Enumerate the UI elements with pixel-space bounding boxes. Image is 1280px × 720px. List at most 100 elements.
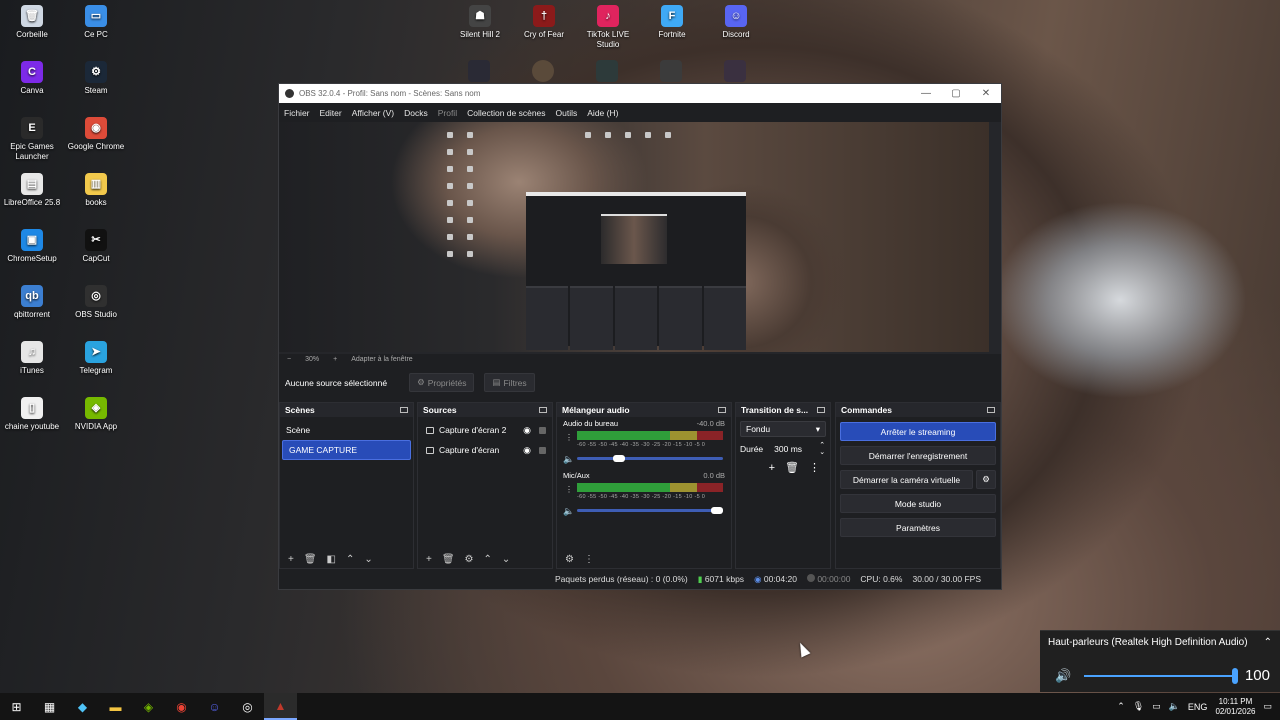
float-dock-icon[interactable] [987,407,995,413]
desktop-icon[interactable]: ♫ iTunes [0,341,64,376]
volume-slider[interactable] [577,455,723,462]
filter-icon[interactable]: ◧ [327,554,336,565]
speaker-icon[interactable]: 🔈 [563,454,574,465]
duration-spinbox[interactable]: 300 ms ⌃ ⌄ [769,441,825,457]
file-explorer-icon[interactable]: ▬ [99,693,132,720]
game-icon[interactable] [468,60,490,82]
menu-profil[interactable]: Profil [438,108,457,118]
game-icon[interactable] [724,60,746,82]
trash-icon[interactable]: 🗑 [442,554,455,565]
menu-editer[interactable]: Editer [320,108,342,118]
desktop-icon[interactable]: ✂ CapCut [64,229,128,264]
desktop-icon[interactable]: ☗ Silent Hill 2 [448,5,512,40]
more-options-icon[interactable]: ⋮ [809,461,820,474]
add-icon[interactable]: + [426,554,432,565]
speaker-icon[interactable]: 🔊 [1055,668,1071,684]
source-item[interactable]: Capture d'écran ◉ [418,440,552,460]
float-dock-icon[interactable] [817,407,825,413]
filters-button[interactable]: ▤ Filtres [484,373,535,392]
transition-select[interactable]: Fondu ▾ [740,421,826,437]
desktop-icon[interactable]: E Epic Games Launcher [0,117,64,162]
close-icon[interactable]: ✕ [971,88,1001,99]
scene-item[interactable]: Scène [280,420,413,440]
chrome-icon[interactable]: ◉ [165,693,198,720]
volume-thumb[interactable] [1232,668,1238,684]
fit-window[interactable]: Adapter à la fenêtre [351,356,413,363]
audio-device-name[interactable]: Haut-parleurs (Realtek High Definition A… [1048,637,1248,648]
game-app-icon[interactable]: ▲ [264,693,297,720]
zoom-plus[interactable]: + [333,356,337,363]
properties-button[interactable]: ⚙ Propriétés [409,373,475,392]
eye-icon[interactable]: ◉ [520,445,534,456]
speaker-icon[interactable]: 🔈 [1169,701,1180,712]
desktop-icon[interactable]: ▭ Ce PC [64,5,128,40]
desktop-icon[interactable]: qb qbittorrent [0,285,64,320]
source-item[interactable]: Capture d'écran 2 ◉ [418,420,552,440]
add-icon[interactable]: + [288,554,294,565]
stop-streaming-button[interactable]: Arrêter le streaming [840,422,996,441]
zoom-minus[interactable]: − [287,356,291,363]
desktop-icon[interactable]: C Canva [0,61,64,96]
desktop-icon[interactable]: ➤ Telegram [64,341,128,376]
desktop-icon[interactable]: ⚙ Steam [64,61,128,96]
lock-icon[interactable] [539,426,546,434]
desktop-icon[interactable]: ◎ OBS Studio [64,285,128,320]
float-dock-icon[interactable] [400,407,408,413]
preview-area[interactable] [279,122,1001,354]
volume-slider[interactable] [577,507,723,514]
trash-icon[interactable]: 🗑 [304,554,317,565]
notification-icon[interactable]: ▭ [1263,701,1272,712]
menu-outils[interactable]: Outils [556,108,578,118]
desktop-icon[interactable]: ◈ NVIDIA App [64,397,128,432]
arrow-up-icon[interactable]: ⌃ [346,554,354,565]
trash-icon[interactable]: 🗑 [785,461,799,474]
more-options-icon[interactable]: ⋮ [565,485,573,494]
scene-item-selected[interactable]: GAME CAPTURE [282,440,411,460]
eye-icon[interactable]: ◉ [520,425,534,436]
desktop-icon[interactable]: ◉ Google Chrome [64,117,128,152]
settings-button[interactable]: Paramètres [840,518,996,537]
obs-titlebar[interactable]: OBS 32.0.4 - Profil: Sans nom - Scènes: … [279,84,1001,103]
desktop-icon[interactable]: 🗑 Corbeille [0,5,64,40]
start-virtual-camera-button[interactable]: Démarrer la caméra virtuelle [840,470,973,489]
virtual-camera-settings-gear-icon[interactable]: ⚙ [976,470,996,489]
start-recording-button[interactable]: Démarrer l'enregistrement [840,446,996,465]
arrow-up-icon[interactable]: ⌃ [484,554,492,565]
studio-mode-button[interactable]: Mode studio [840,494,996,513]
copilot-icon[interactable]: ◆ [66,693,99,720]
link-icon[interactable]: ⚙ [565,554,574,565]
obs-icon[interactable]: ◎ [231,693,264,720]
speaker-icon[interactable]: 🔈 [563,506,574,517]
game-icon[interactable] [596,60,618,82]
volume-track[interactable] [1084,675,1236,677]
desktop-icon[interactable]: ▤ LibreOffice 25.8 [0,173,64,208]
desktop-icon[interactable]: ▣ ChromeSetup [0,229,64,264]
desktop-icon[interactable]: ☺ Discord [704,5,768,40]
gear-icon[interactable]: ⚙ [465,554,474,565]
arrow-down-icon[interactable]: ⌄ [364,554,372,565]
chevron-up-icon[interactable]: ⌃ [1264,637,1272,648]
minimize-icon[interactable]: — [911,88,941,99]
language[interactable]: ENG [1188,702,1208,712]
menu-fichier[interactable]: Fichier [284,108,310,118]
start-windows-icon[interactable]: ⊞ [0,693,33,720]
desktop-icon[interactable]: F Fortnite [640,5,704,40]
chevron-up-icon[interactable]: ⌃ [1117,701,1125,712]
nvidia-icon[interactable]: ◈ [132,693,165,720]
desktop-icon[interactable]: ♪ TikTok LIVE Studio [576,5,640,50]
more-options-icon[interactable]: ⋮ [565,433,573,442]
desktop-icon[interactable]: † Cry of Fear [512,5,576,40]
menu-docks[interactable]: Docks [404,108,428,118]
spin-arrows-icon[interactable]: ⌃ ⌄ [819,442,825,456]
float-dock-icon[interactable] [539,407,547,413]
menu-aide[interactable]: Aide (H) [587,108,618,118]
menu-afficher[interactable]: Afficher (V) [352,108,394,118]
desktop-icon[interactable]: ▥ books [64,173,128,208]
discord-icon[interactable]: ☺ [198,693,231,720]
game-icon[interactable] [532,60,554,82]
maximize-icon[interactable]: ▢ [941,88,971,99]
desktop-icon[interactable]: ▯ chaine youtube [0,397,64,432]
microphone-icon[interactable]: 🎙 [1133,701,1144,712]
more-options-icon[interactable]: ⋮ [584,554,594,565]
menu-collection[interactable]: Collection de scènes [467,108,545,118]
